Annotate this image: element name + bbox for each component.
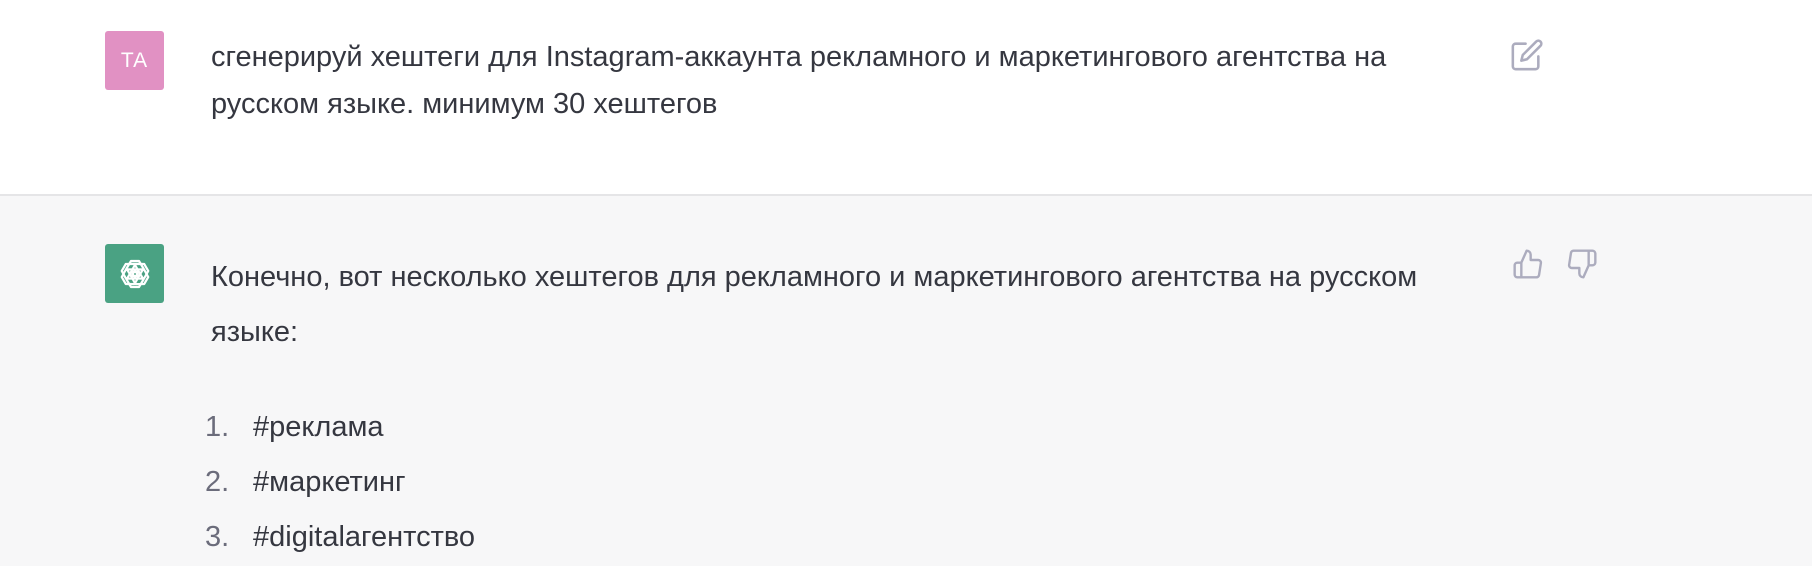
list-item-text: #digitalагентство: [253, 521, 476, 553]
thumbs-up-button[interactable]: [1512, 248, 1544, 280]
list-item-number: 2.: [205, 466, 230, 498]
user-avatar-initials: TA: [120, 48, 149, 72]
assistant-avatar: [105, 244, 164, 303]
assistant-intro-text: Конечно, вот несколько хештегов для рекл…: [211, 261, 1418, 348]
thumbs-down-button[interactable]: [1566, 248, 1598, 280]
list-item-number: 3.: [205, 521, 230, 553]
thumbs-up-icon: [1513, 249, 1543, 279]
edit-icon: [1511, 39, 1543, 71]
list-item-number: 1.: [205, 411, 230, 443]
user-avatar: TA: [105, 31, 164, 90]
user-message: TA сгенерируй хештеги для Instagram-акка…: [0, 0, 1812, 196]
list-item: 3. #digitalагентство: [205, 510, 475, 565]
list-item-text: #реклама: [253, 411, 384, 443]
list-item-text: #маркетинг: [253, 466, 406, 498]
list-item: 1. #реклама: [205, 400, 475, 455]
assistant-message: Конечно, вот несколько хештегов для рекл…: [0, 196, 1812, 566]
hashtag-list: 1. #реклама 2. #маркетинг 3. #digitalаге…: [205, 400, 475, 565]
user-message-text: сгенерируй хештеги для Instagram-аккаунт…: [211, 41, 1387, 120]
thumbs-down-icon: [1567, 249, 1597, 279]
edit-button[interactable]: [1510, 38, 1544, 72]
openai-logo-icon: [120, 259, 149, 288]
list-item: 2. #маркетинг: [205, 455, 475, 510]
